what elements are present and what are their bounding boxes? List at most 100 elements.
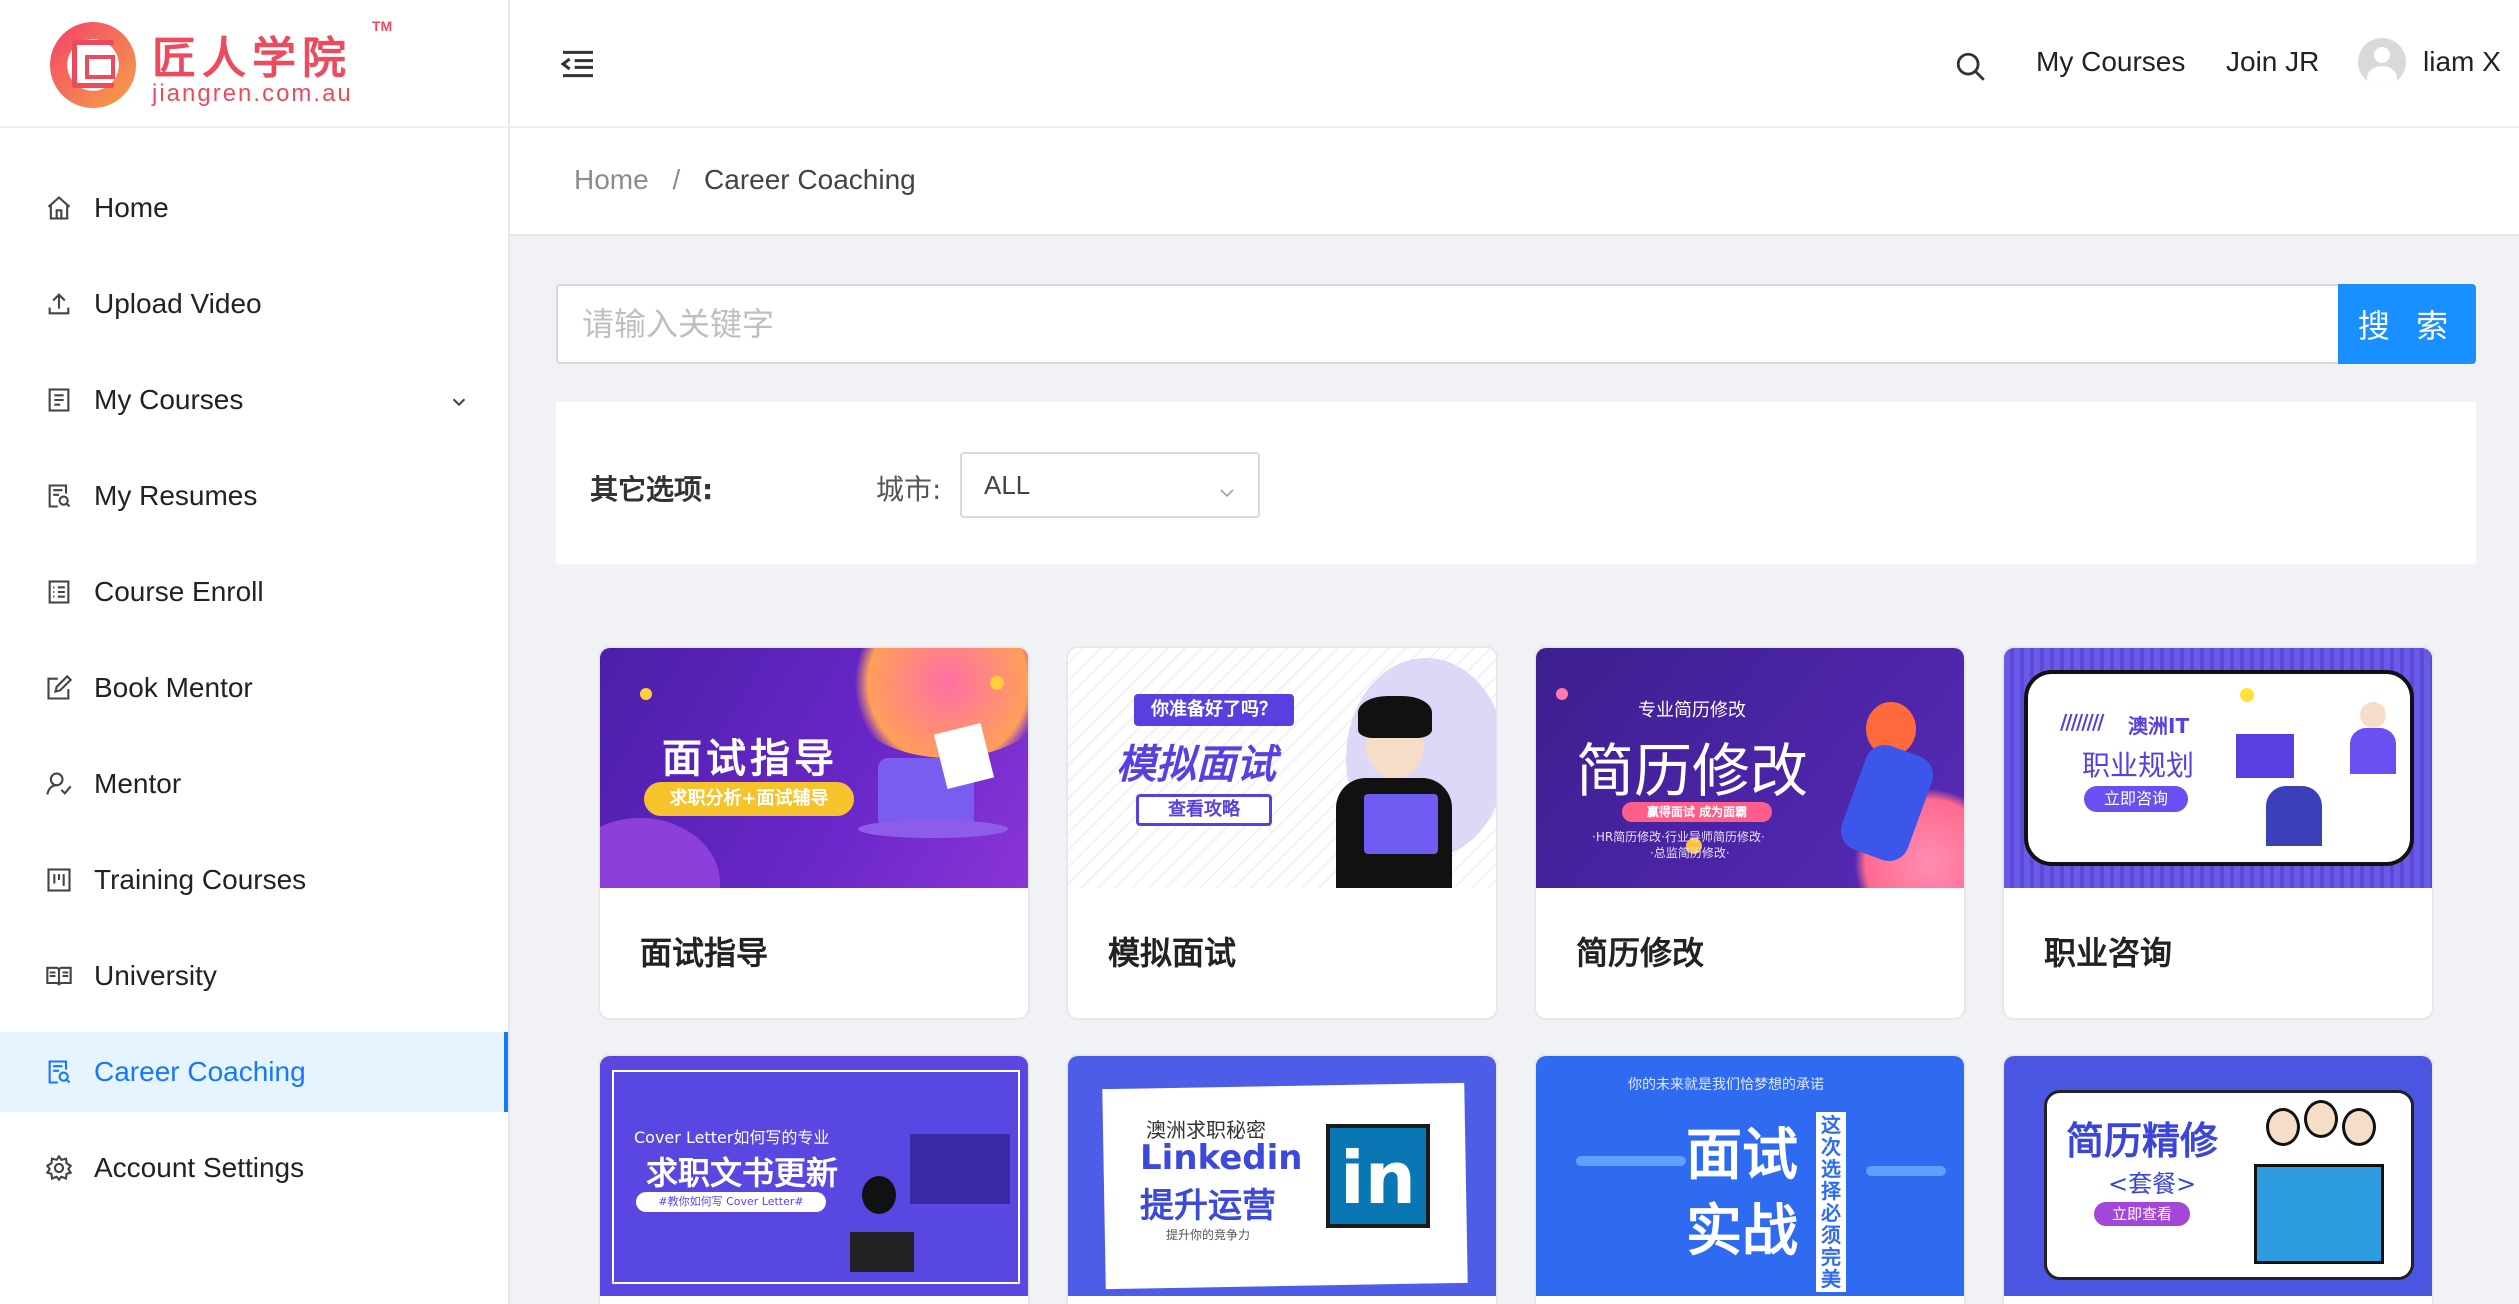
banner-pill: 立即查看 — [2094, 1202, 2190, 1226]
header-join-link[interactable]: Join JR — [2226, 46, 2319, 78]
logo-subtitle: jiangren.com.au — [152, 80, 353, 107]
gear-icon — [44, 1153, 74, 1183]
chevron-down-icon — [1218, 478, 1236, 498]
sidebar-item-upload-video[interactable]: Upload Video — [0, 264, 508, 344]
breadcrumb-home-link[interactable]: Home — [574, 164, 649, 195]
card-title: 面试指导 — [640, 934, 769, 972]
banner-heading: 面试 — [1686, 1123, 1798, 1188]
search-button[interactable]: 搜 索 — [2338, 284, 2476, 364]
card-banner: 面试指导 求职分析+面试辅导 — [600, 648, 1028, 888]
card-title: 简历修改 — [1576, 934, 1705, 972]
board-illustration-icon — [910, 1134, 1010, 1204]
banner-heading: 简历修改 — [1576, 737, 1809, 805]
banner-heading: 实战 — [1686, 1199, 1798, 1264]
course-card[interactable]: 简历精修 <套餐> 立即查看 — [2002, 1054, 2434, 1304]
sidebar-item-label: Home — [94, 192, 169, 223]
avatar[interactable] — [2358, 38, 2406, 86]
banner-top: 澳洲IT — [2128, 714, 2190, 738]
sidebar-item-label: Mentor — [94, 768, 182, 799]
logo-title: 匠人学院 — [152, 33, 352, 84]
course-card[interactable]: 你的未来就是我们恰梦想的承诺 面试 实战 这次选择必须完美 — [1534, 1054, 1966, 1304]
logo-tm: TM — [372, 18, 393, 34]
home-icon — [44, 193, 74, 223]
banner-heading: Linkedin — [1140, 1138, 1303, 1178]
banner-pill: 求职分析+面试辅导 — [644, 782, 854, 816]
banner-note: ·总监简历修改· — [1650, 846, 1730, 860]
course-card-interview-guidance[interactable]: 面试指导 求职分析+面试辅导 面试指导 — [598, 646, 1030, 1020]
sidebar-item-career-coaching[interactable]: Career Coaching — [0, 1032, 508, 1112]
sidebar-item-university[interactable]: University — [0, 936, 508, 1016]
banner-pill: 立即咨询 — [2084, 786, 2188, 812]
banner-top: 你准备好了吗？ — [1134, 694, 1294, 726]
banner-heading: 模拟面试 — [1116, 742, 1276, 788]
sidebar-item-my-resumes[interactable]: My Resumes — [0, 456, 508, 536]
city-select[interactable]: ALL — [960, 452, 1260, 518]
banner-sub: <套餐> — [2108, 1170, 2197, 1198]
board-icon — [44, 865, 74, 895]
logo[interactable]: 匠人学院 TM jiangren.com.au — [0, 0, 508, 128]
book-illustration-icon — [1364, 794, 1438, 854]
card-banner: 简历精修 <套餐> 立即查看 — [2004, 1056, 2432, 1296]
city-select-value: ALL — [984, 470, 1031, 500]
logo-mark-icon — [50, 22, 136, 108]
search-icon[interactable] — [1954, 50, 1988, 84]
banner-side-text: 这次选择必须完美 — [1816, 1112, 1846, 1292]
top-header: My Courses Join JR liam X — [510, 0, 2519, 128]
sidebar-item-book-mentor[interactable]: Book Mentor — [0, 648, 508, 728]
banner-top: Cover Letter如何写的专业 — [634, 1128, 830, 1147]
banner-note: ·HR简历修改·行业导师简历修改· — [1592, 830, 1765, 844]
sidebar-item-label: University — [94, 960, 217, 991]
sidebar-item-mentor[interactable]: Mentor — [0, 744, 508, 824]
banner-top: 你的未来就是我们恰梦想的承诺 — [1628, 1077, 1824, 1093]
chevron-down-icon[interactable] — [448, 388, 470, 420]
resume-icon — [44, 481, 74, 511]
card-banner: 澳洲求职秘密 Linkedin 提升运营 提升你的竞争力 in — [1068, 1056, 1496, 1296]
courses-icon — [44, 385, 74, 415]
sidebar-item-course-enroll[interactable]: Course Enroll — [0, 552, 508, 632]
banner-note: 提升你的竞争力 — [1166, 1228, 1251, 1242]
search-input[interactable] — [556, 284, 2340, 364]
course-card[interactable]: Cover Letter如何写的专业 求职文书更新 #教你如何写 Cover L… — [598, 1054, 1030, 1304]
sidebar: 匠人学院 TM jiangren.com.au Home Upload Vide… — [0, 0, 510, 1304]
user-name[interactable]: liam X — [2423, 46, 2501, 78]
linkedin-logo-icon: in — [1326, 1124, 1430, 1228]
monitor-illustration-icon — [2236, 734, 2294, 778]
book-icon — [44, 961, 74, 991]
course-card[interactable]: 澳洲求职秘密 Linkedin 提升运营 提升你的竞争力 in — [1066, 1054, 1498, 1304]
menu-fold-icon[interactable] — [558, 44, 598, 84]
filter-panel: 其它选项: 城市: ALL — [556, 402, 2476, 564]
banner-pill: 查看攻略 — [1136, 794, 1272, 826]
banner-heading: 职业规划 — [2082, 749, 2195, 782]
edit-icon — [44, 673, 74, 703]
card-banner: 你准备好了吗？ 模拟面试 查看攻略 — [1068, 648, 1496, 888]
card-banner: 你的未来就是我们恰梦想的承诺 面试 实战 这次选择必须完美 — [1536, 1056, 1964, 1296]
course-card-career-consult[interactable]: //////// 澳洲IT 职业规划 立即咨询 职业咨询 — [2002, 646, 2434, 1020]
sidebar-item-label: Career Coaching — [94, 1056, 306, 1087]
sidebar-item-label: My Resumes — [94, 480, 258, 511]
course-card-mock-interview[interactable]: 你准备好了吗？ 模拟面试 查看攻略 模拟面试 — [1066, 646, 1498, 1020]
card-title: 职业咨询 — [2044, 934, 2173, 972]
sidebar-nav: Home Upload Video My Courses My Resumes … — [0, 168, 508, 1224]
resume-icon — [44, 1057, 74, 1087]
card-title: 模拟面试 — [1108, 934, 1237, 972]
breadcrumb-current: Career Coaching — [704, 164, 916, 195]
banner-heading: 简历精修 — [2066, 1119, 2219, 1163]
banner-top: 专业简历修改 — [1638, 700, 1746, 721]
upload-icon — [44, 289, 74, 319]
city-label: 城市: — [876, 473, 942, 506]
filter-label: 其它选项: — [590, 473, 714, 506]
banner-note: #教你如何写 Cover Letter# — [636, 1192, 826, 1212]
sidebar-item-training-courses[interactable]: Training Courses — [0, 840, 508, 920]
sidebar-item-my-courses[interactable]: My Courses — [0, 360, 508, 440]
banner-heading: 面试指导 — [662, 736, 838, 782]
sidebar-item-home[interactable]: Home — [0, 168, 508, 248]
card-banner: Cover Letter如何写的专业 求职文书更新 #教你如何写 Cover L… — [600, 1056, 1028, 1296]
sidebar-item-label: Book Mentor — [94, 672, 253, 703]
card-banner: //////// 澳洲IT 职业规划 立即咨询 — [2004, 648, 2432, 888]
sidebar-item-label: My Courses — [94, 384, 244, 415]
sidebar-item-label: Training Courses — [94, 864, 307, 895]
course-card-resume-edit[interactable]: 专业简历修改 简历修改 赢得面试 成为面霸 ·HR简历修改·行业导师简历修改· … — [1534, 646, 1966, 1020]
header-my-courses-link[interactable]: My Courses — [2036, 46, 2185, 78]
sidebar-item-account-settings[interactable]: Account Settings — [0, 1128, 508, 1208]
card-banner: 专业简历修改 简历修改 赢得面试 成为面霸 ·HR简历修改·行业导师简历修改· … — [1536, 648, 1964, 888]
